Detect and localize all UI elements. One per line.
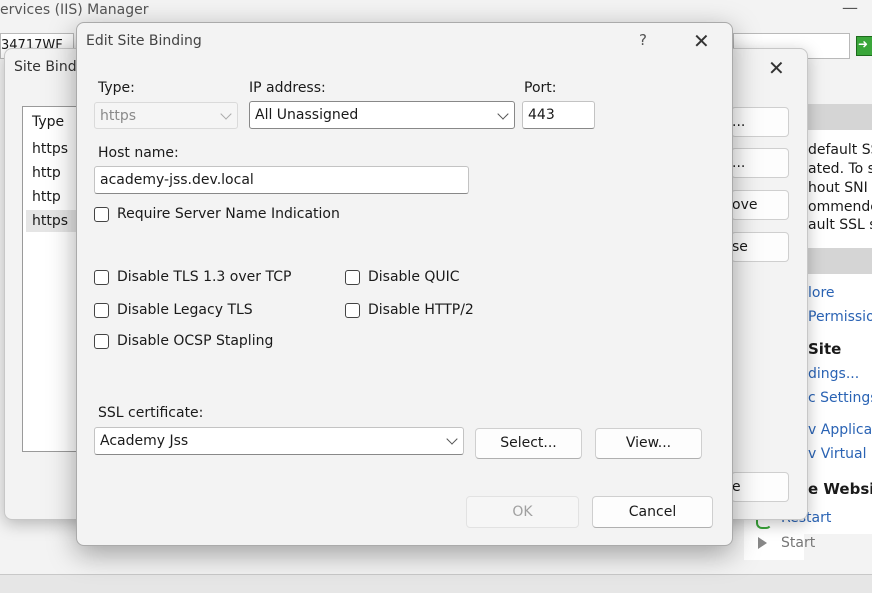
ok-button[interactable]: OK <box>466 496 579 528</box>
port-input[interactable]: 443 <box>522 101 595 129</box>
ssl-certificate-label: SSL certificate: <box>98 405 204 421</box>
view-certificate-button[interactable]: View... <box>595 428 702 459</box>
ssl-certificate-select[interactable]: Academy Jss <box>94 427 464 455</box>
binding-row[interactable]: https <box>32 141 68 157</box>
type-label: Type: <box>98 80 135 96</box>
bindings-list[interactable] <box>22 106 80 452</box>
actions-text-line: hout SNI c <box>808 180 872 196</box>
actions-header <box>802 104 872 130</box>
actions-panel: default SS ated. To su hout SNI c ommend… <box>802 104 872 534</box>
ip-address-select[interactable]: All Unassigned <box>249 101 515 129</box>
ip-address-value: All Unassigned <box>255 107 359 123</box>
actions-section-site: Site <box>808 340 842 358</box>
host-name-input[interactable]: academy-jss.dev.local <box>94 166 469 194</box>
disable-ocsp-label[interactable]: Disable OCSP Stapling <box>117 333 273 349</box>
sni-checkbox[interactable] <box>94 207 109 222</box>
site-bindings-title: Site Bindi <box>14 59 81 75</box>
binding-row[interactable]: https <box>32 213 68 229</box>
actions-link[interactable]: c Settings <box>808 390 872 406</box>
disable-legacy-tls-label[interactable]: Disable Legacy TLS <box>117 302 253 318</box>
disable-http2-checkbox[interactable] <box>345 303 360 318</box>
close-icon[interactable]: ✕ <box>693 29 710 53</box>
type-select: https <box>94 102 238 129</box>
actions-header <box>802 248 872 274</box>
binding-row[interactable]: http <box>32 165 61 181</box>
host-name-value: academy-jss.dev.local <box>100 172 254 188</box>
go-arrow-icon: ➜ <box>858 37 869 51</box>
start-icon <box>758 537 767 549</box>
actions-link[interactable]: v Applicat <box>808 422 872 438</box>
actions-text-line: default SS <box>808 142 872 158</box>
ssl-certificate-value: Academy Jss <box>100 433 189 449</box>
add-binding-button[interactable]: ... <box>731 107 789 137</box>
actions-text-line: ommende <box>808 199 872 215</box>
actions-text-line: ated. To su <box>808 161 872 177</box>
actions-link[interactable]: Permissio <box>808 309 872 325</box>
help-icon[interactable]: ? <box>639 31 647 49</box>
actions-link[interactable]: v Virtual D <box>808 446 872 462</box>
port-label: Port: <box>524 80 557 96</box>
edit-binding-button[interactable]: ... <box>731 148 789 178</box>
disable-quic-label[interactable]: Disable QUIC <box>368 269 460 285</box>
dialog-title: Edit Site Binding <box>86 33 202 49</box>
select-certificate-button[interactable]: Select... <box>475 428 582 459</box>
actions-link[interactable]: dings... <box>808 366 859 382</box>
disable-legacy-tls-checkbox[interactable] <box>94 303 109 318</box>
sni-label[interactable]: Require Server Name Indication <box>117 206 340 222</box>
host-name-label: Host name: <box>98 145 179 161</box>
status-strip <box>0 574 872 593</box>
close-icon[interactable]: ✕ <box>768 56 785 80</box>
ip-address-label: IP address: <box>249 80 326 96</box>
close-bindings-button[interactable]: e <box>731 472 789 502</box>
minimize-icon[interactable]: — <box>842 0 858 17</box>
port-value: 443 <box>528 107 555 123</box>
actions-link[interactable]: lore <box>808 285 835 301</box>
column-header-type[interactable]: Type <box>32 114 64 130</box>
binding-row[interactable]: http <box>32 189 61 205</box>
disable-http2-label[interactable]: Disable HTTP/2 <box>368 302 474 318</box>
cancel-button[interactable]: Cancel <box>592 496 713 528</box>
type-value: https <box>100 108 137 124</box>
disable-quic-checkbox[interactable] <box>345 270 360 285</box>
disable-ocsp-checkbox[interactable] <box>94 334 109 349</box>
start-link[interactable]: Start <box>781 535 815 551</box>
disable-tls13-label[interactable]: Disable TLS 1.3 over TCP <box>117 269 291 285</box>
actions-text-line: ault SSL sit <box>808 217 872 233</box>
disable-tls13-checkbox[interactable] <box>94 270 109 285</box>
iis-window-title: ervices (IIS) Manager <box>0 2 149 18</box>
actions-section-website: e Website <box>808 480 872 498</box>
remove-binding-button[interactable]: ove <box>731 190 789 220</box>
browse-binding-button[interactable]: se <box>731 232 789 262</box>
